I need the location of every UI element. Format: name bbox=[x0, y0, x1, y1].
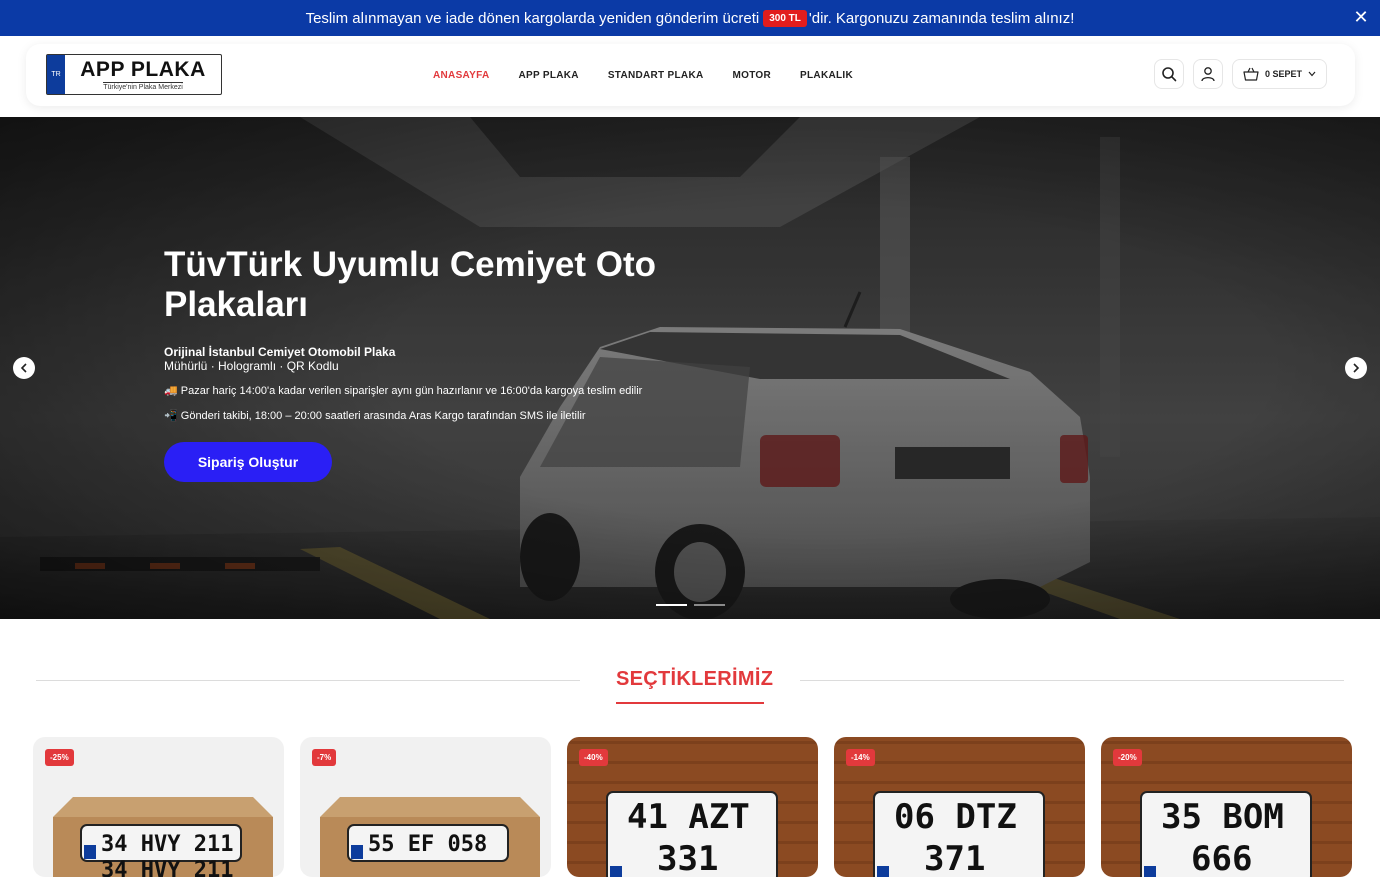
chevron-right-icon bbox=[1353, 363, 1360, 373]
search-button[interactable] bbox=[1153, 59, 1184, 89]
user-icon bbox=[1201, 67, 1215, 82]
site-header: TR APP PLAKA Türkiye'nin Plaka Merkezi A… bbox=[26, 44, 1355, 106]
hero-tracking-text: Gönderi takibi, 18:00 – 20:00 saatleri a… bbox=[180, 410, 586, 422]
featured-section-header: SEÇTİKLERİMİZ bbox=[36, 664, 1344, 704]
divider bbox=[36, 680, 580, 681]
nav-item-plakalik[interactable]: PLAKALIK bbox=[800, 70, 853, 81]
nav-item-anasayfa[interactable]: ANASAYFA bbox=[433, 70, 490, 81]
plate-text-top: 06 DTZ bbox=[894, 797, 1017, 837]
slider-dot-2[interactable] bbox=[694, 604, 725, 606]
product-card[interactable]: 41 AZT 331 -40% bbox=[567, 737, 818, 877]
chevron-left-icon bbox=[20, 363, 27, 373]
plate-text-top: 34 HVY 211 bbox=[101, 832, 233, 857]
plate-text-top: 55 EF 058 bbox=[368, 832, 487, 857]
discount-badge: -14% bbox=[846, 749, 875, 766]
product-image: 55 EF 058 bbox=[300, 737, 551, 877]
hero-shipping-line: 🚚 Pazar hariç 14:00'a kadar verilen sipa… bbox=[164, 384, 724, 398]
nav-item-app-plaka[interactable]: APP PLAKA bbox=[519, 70, 579, 81]
hero-shipping-text: Pazar hariç 14:00'a kadar verilen sipari… bbox=[180, 385, 643, 397]
logo-tagline: Türkiye'nin Plaka Merkezi bbox=[103, 81, 183, 91]
product-card[interactable]: 35 BOM 666 -20% bbox=[1101, 737, 1352, 877]
slider-dot-1[interactable] bbox=[656, 604, 687, 606]
product-card[interactable]: 55 EF 058 -7% bbox=[300, 737, 551, 877]
account-button[interactable] bbox=[1192, 59, 1223, 89]
product-card[interactable]: 06 DTZ 371 -14% bbox=[834, 737, 1085, 877]
slider-dots bbox=[656, 604, 725, 606]
logo-brand: APP PLAKA bbox=[80, 57, 206, 81]
section-title-underline bbox=[616, 702, 764, 704]
slider-prev-button[interactable] bbox=[13, 357, 35, 379]
hero-slider: TüvTürk Uyumlu Cemiyet Oto Plakaları Ori… bbox=[0, 117, 1380, 619]
announcement-text-after: 'dir. Kargonuzu zamanında teslim alınız! bbox=[808, 9, 1075, 27]
hero-content: TüvTürk Uyumlu Cemiyet Oto Plakaları Ori… bbox=[164, 245, 724, 482]
hero-tracking-line: 📲 Gönderi takibi, 18:00 – 20:00 saatleri… bbox=[164, 409, 724, 423]
main-nav: ANASAYFA APP PLAKA STANDART PLAKA MOTOR … bbox=[433, 44, 882, 106]
discount-badge: -25% bbox=[45, 749, 74, 766]
truck-icon: 🚚 bbox=[164, 385, 178, 397]
discount-badge: -20% bbox=[1113, 749, 1142, 766]
plate-text-top: 35 BOM bbox=[1161, 797, 1284, 837]
hero-subtitle-bold: Orijinal İstanbul Cemiyet Otomobil Plaka bbox=[164, 345, 396, 359]
plate-text-bottom: 371 bbox=[924, 839, 985, 877]
search-icon bbox=[1162, 67, 1177, 82]
discount-badge: -40% bbox=[579, 749, 608, 766]
plate-text-bottom: 666 bbox=[1191, 839, 1252, 877]
announcement-badge: 300 TL bbox=[763, 9, 807, 27]
hero-subtitle: Mühürlü · Hologramlı · QR Kodlu bbox=[164, 359, 339, 373]
cart-label: 0 SEPET bbox=[1264, 69, 1302, 79]
product-list: 34 HVY 211 34 HVY 211 -25% 55 EF 058 -7% 41 A… bbox=[33, 737, 1352, 877]
hero-title: TüvTürk Uyumlu Cemiyet Oto Plakaları bbox=[164, 245, 657, 324]
product-card[interactable]: 34 HVY 211 34 HVY 211 -25% bbox=[33, 737, 284, 877]
phone-icon: 📲 bbox=[164, 410, 178, 422]
close-icon[interactable]: ✕ bbox=[1352, 8, 1370, 26]
order-button[interactable]: Sipariş Oluştur bbox=[164, 442, 332, 482]
slider-next-button[interactable] bbox=[1345, 357, 1367, 379]
logo[interactable]: TR APP PLAKA Türkiye'nin Plaka Merkezi bbox=[46, 54, 222, 95]
chevron-down-icon bbox=[1308, 71, 1316, 77]
nav-item-standart-plaka[interactable]: STANDART PLAKA bbox=[608, 70, 704, 81]
plate-text-bottom: 331 bbox=[657, 839, 718, 877]
announcement-bar: Teslim alınmayan ve iade dönen kargolard… bbox=[0, 0, 1380, 36]
discount-badge: -7% bbox=[312, 749, 337, 766]
basket-icon bbox=[1243, 67, 1259, 81]
divider bbox=[800, 680, 1344, 681]
plate-text-top: 41 AZT bbox=[627, 797, 750, 837]
announcement-text-before: Teslim alınmayan ve iade dönen kargolard… bbox=[305, 9, 760, 27]
nav-item-motor[interactable]: MOTOR bbox=[733, 70, 772, 81]
plate-text-bottom: 34 HVY 211 bbox=[101, 858, 233, 877]
section-title: SEÇTİKLERİMİZ bbox=[616, 668, 774, 690]
logo-country-strip: TR bbox=[47, 55, 65, 94]
cart-button[interactable]: 0 SEPET bbox=[1231, 59, 1327, 89]
